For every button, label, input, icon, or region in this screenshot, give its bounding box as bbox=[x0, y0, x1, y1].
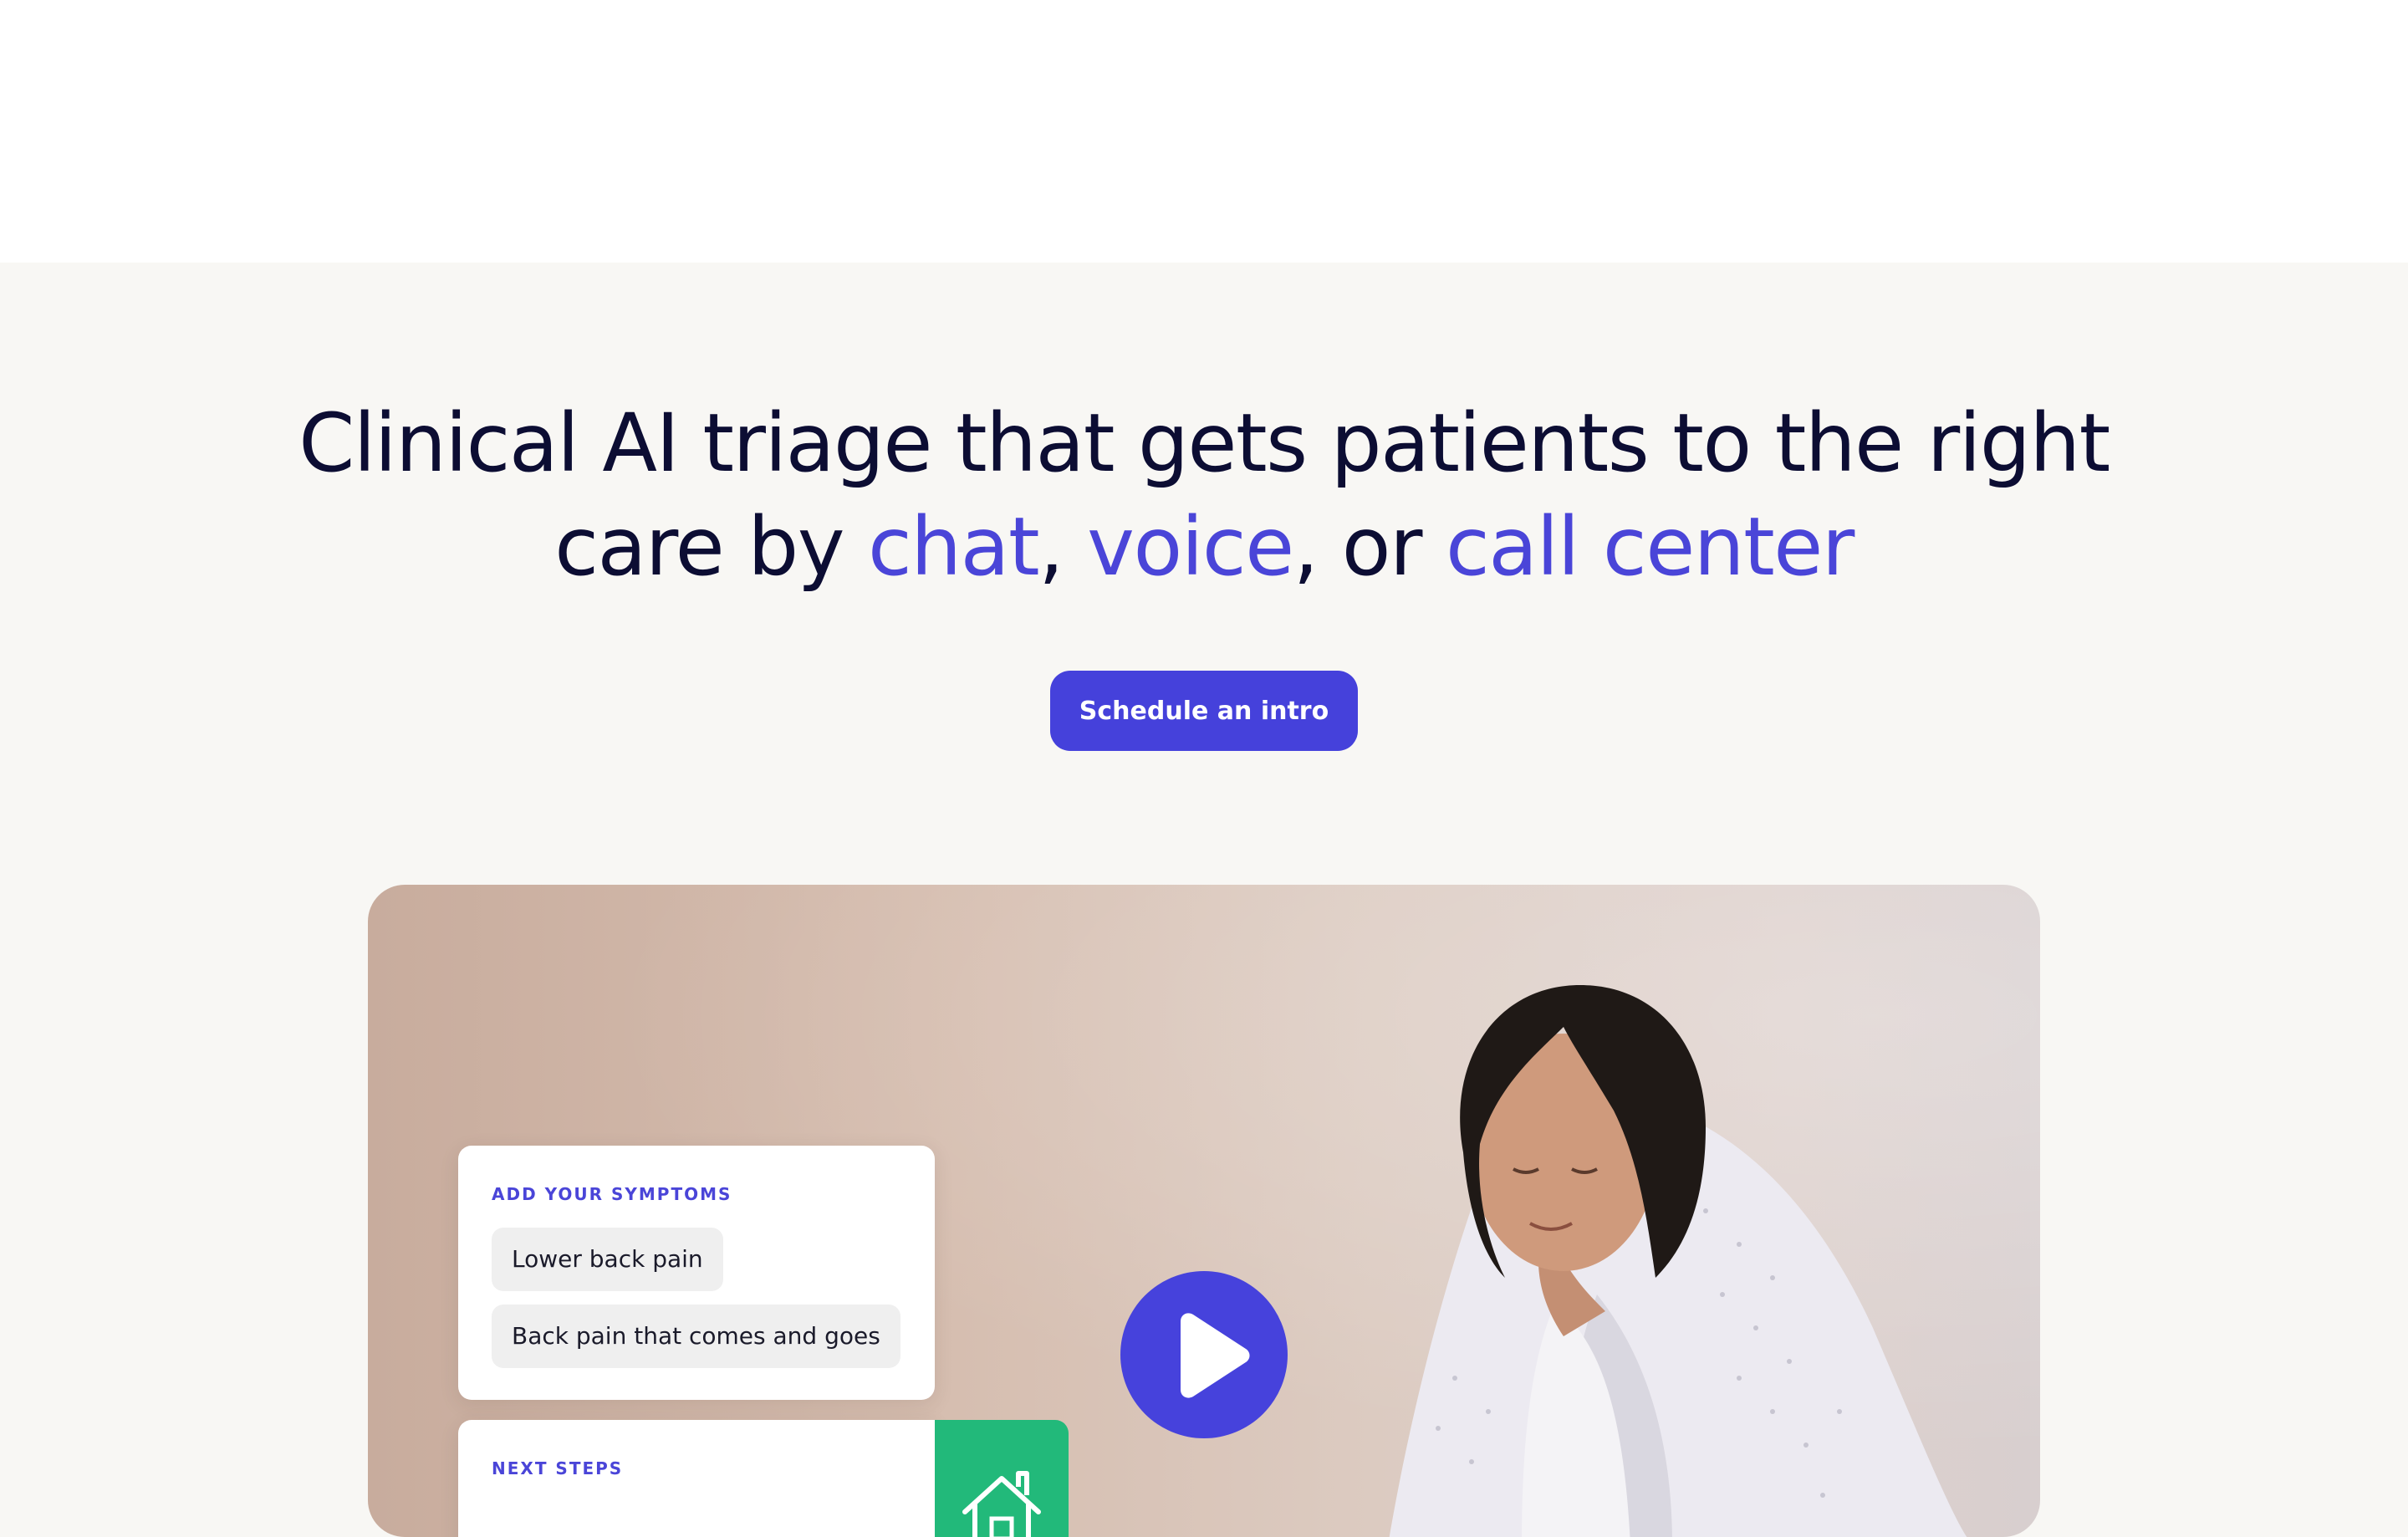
next-steps-tile bbox=[935, 1420, 1069, 1537]
headline-separator: , bbox=[1038, 500, 1088, 594]
symptoms-card-label: ADD YOUR SYMPTOMS bbox=[492, 1184, 732, 1204]
patient-photo bbox=[1389, 985, 1967, 1537]
play-video-button[interactable] bbox=[1120, 1271, 1288, 1438]
headline-highlight-chat: chat bbox=[868, 500, 1040, 594]
symptom-chip[interactable]: Lower back pain bbox=[492, 1228, 723, 1291]
headline-line-2-prefix: care by bbox=[554, 500, 869, 594]
headline-highlight-call-center: call center bbox=[1445, 500, 1854, 594]
play-icon bbox=[1181, 1313, 1250, 1398]
hero-headline: Clinical AI triage that gets patients to… bbox=[0, 391, 2408, 599]
next-steps-card-label: NEXT STEPS bbox=[492, 1458, 624, 1478]
symptom-chip[interactable]: Back pain that comes and goes bbox=[492, 1305, 900, 1368]
next-steps-card: NEXT STEPS bbox=[458, 1420, 935, 1537]
headline-separator: , or bbox=[1293, 500, 1446, 594]
home-icon bbox=[962, 1471, 1041, 1537]
symptoms-card: ADD YOUR SYMPTOMS Lower back pain Back p… bbox=[458, 1146, 935, 1400]
headline-highlight-voice: voice bbox=[1087, 500, 1294, 594]
schedule-intro-button[interactable]: Schedule an intro bbox=[1050, 671, 1358, 751]
top-navigation-bar bbox=[0, 0, 2408, 263]
headline-line-1: Clinical AI triage that gets patients to… bbox=[298, 396, 2110, 490]
hero-video[interactable]: ADD YOUR SYMPTOMS Lower back pain Back p… bbox=[368, 885, 2040, 1537]
